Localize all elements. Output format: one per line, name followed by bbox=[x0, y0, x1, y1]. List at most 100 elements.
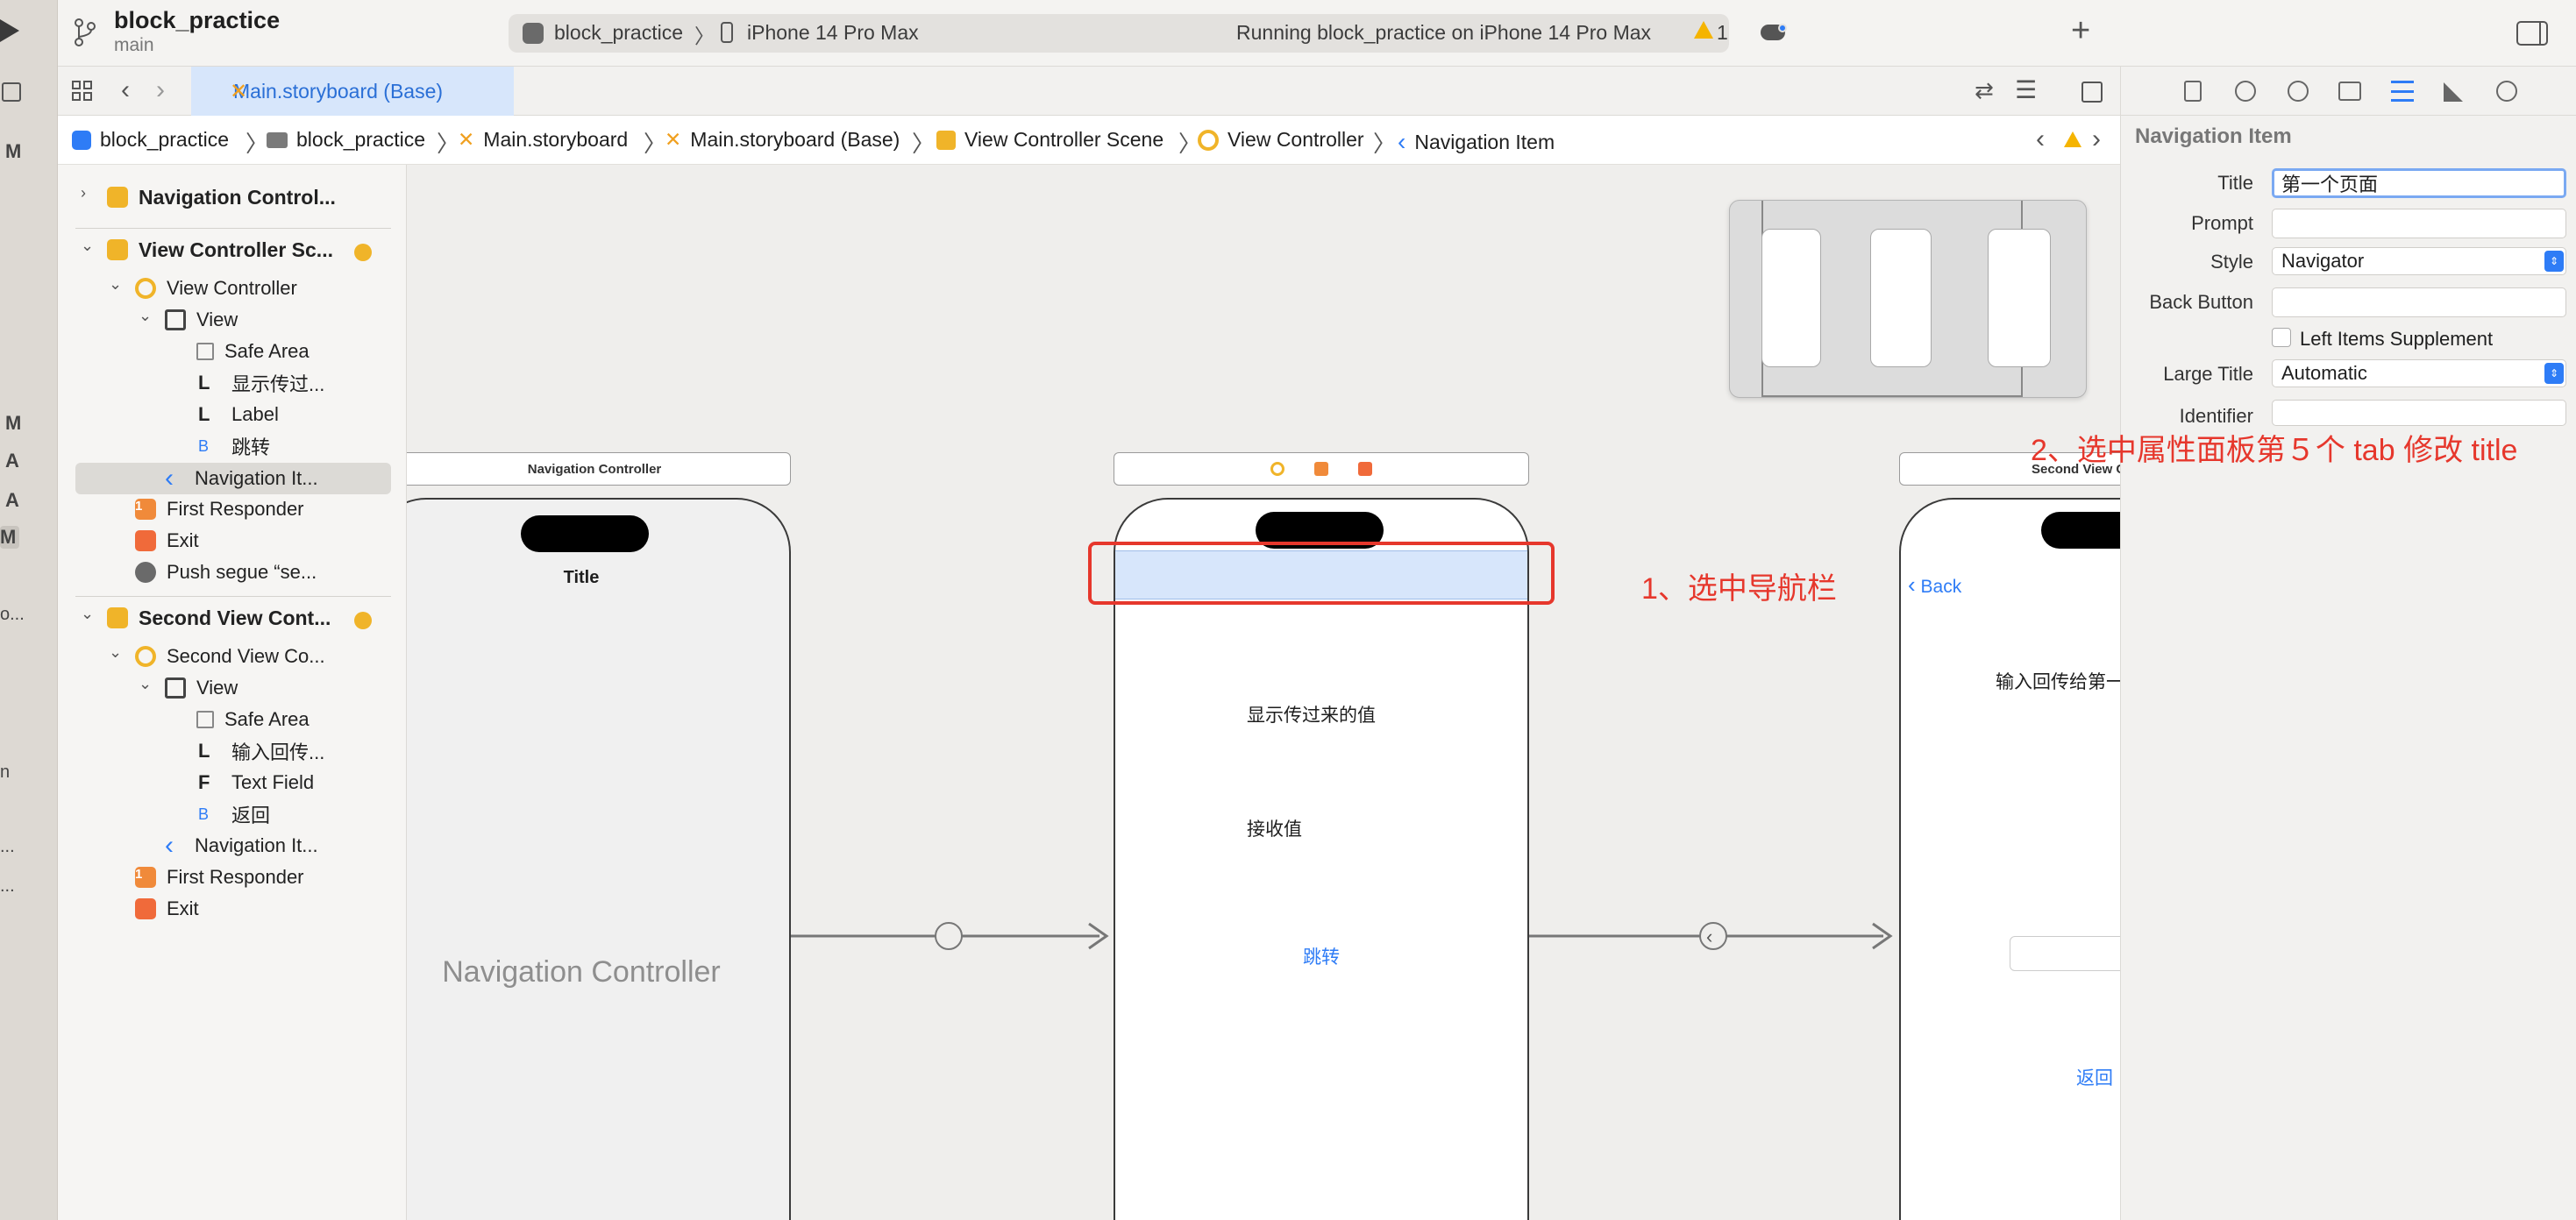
chevron-down-icon[interactable]: ⌄ bbox=[81, 605, 94, 623]
outline-exit[interactable]: Exit bbox=[135, 526, 199, 556]
attributes-icon[interactable] bbox=[2391, 81, 2414, 102]
warning-icon[interactable] bbox=[2064, 131, 2081, 147]
prompt-label: Prompt bbox=[2191, 212, 2253, 234]
left-items-checkbox[interactable] bbox=[2272, 328, 2291, 347]
minimap[interactable] bbox=[1729, 200, 2087, 398]
prompt-field[interactable] bbox=[2272, 209, 2566, 238]
outline-label-2[interactable]: L Label bbox=[198, 400, 279, 429]
prev-issue-icon[interactable]: ‹ bbox=[2036, 124, 2045, 154]
warning-count[interactable]: 1 bbox=[1717, 21, 1728, 45]
breadcrumb-item[interactable]: block_practice bbox=[72, 128, 229, 152]
scene-bar-nav[interactable]: Navigation Controller bbox=[407, 452, 791, 486]
outline-second-scene[interactable]: Second View Cont... bbox=[107, 603, 331, 633]
outline-nav-scene[interactable]: Navigation Control... bbox=[107, 182, 336, 212]
title-field[interactable]: 第一个页面 bbox=[2272, 168, 2566, 198]
scene-icon bbox=[107, 239, 128, 260]
scene-bar-vc[interactable] bbox=[1114, 452, 1529, 486]
storyboard-canvas[interactable]: Navigation Controller Title Navigation C… bbox=[407, 165, 2120, 1220]
add-editor-icon[interactable] bbox=[2081, 82, 2103, 103]
outline-navigation-item-2[interactable]: ‹ Navigation It... bbox=[165, 831, 318, 861]
branch-name[interactable]: main bbox=[114, 35, 154, 56]
history-icon[interactable] bbox=[2235, 81, 2256, 102]
chevron-down-icon[interactable]: ⌄ bbox=[81, 237, 94, 255]
outline-button[interactable]: B 跳转 bbox=[198, 431, 270, 461]
play-icon[interactable] bbox=[0, 19, 19, 42]
swap-icon[interactable]: ⇄ bbox=[1975, 77, 1994, 104]
breadcrumb-label: View Controller bbox=[1228, 128, 1364, 151]
second-back-button[interactable]: 返回 bbox=[2076, 1064, 2113, 1090]
chevron-down-icon[interactable]: ⌄ bbox=[109, 643, 122, 662]
back-button[interactable]: ‹ Back bbox=[1908, 571, 1961, 599]
chevron-right-icon[interactable]: › bbox=[81, 184, 86, 202]
help-icon[interactable] bbox=[2288, 81, 2309, 102]
vc-label-receive[interactable]: 接收值 bbox=[1247, 815, 1302, 841]
outline-vc-scene[interactable]: View Controller Sc... bbox=[107, 235, 333, 265]
outline-segue[interactable]: Push segue “se... bbox=[135, 557, 317, 587]
view-controller-icon bbox=[135, 278, 156, 299]
large-title-popup[interactable]: Automatic ⇕ bbox=[2272, 359, 2566, 387]
button-icon: B bbox=[198, 436, 210, 455]
vc-phone[interactable]: 显示传过来的值 接收值 跳转 bbox=[1114, 498, 1529, 1220]
minimap-phone bbox=[1870, 229, 1932, 367]
chevron-right-icon: 〉 bbox=[437, 131, 460, 157]
inspector-toggle-icon[interactable] bbox=[2516, 21, 2548, 46]
outline-navigation-item[interactable]: ‹ Navigation It... bbox=[165, 464, 318, 493]
outline-view-2[interactable]: View bbox=[165, 673, 238, 703]
chevron-down-icon[interactable]: ⌄ bbox=[109, 275, 122, 294]
vc-label-passed[interactable]: 显示传过来的值 bbox=[1247, 701, 1376, 727]
style-popup[interactable]: Navigator ⇕ bbox=[2272, 247, 2566, 275]
identity-icon[interactable] bbox=[2338, 82, 2361, 101]
breadcrumb-item[interactable]: ✕ Main.storyboard bbox=[458, 128, 628, 152]
device-selector[interactable]: iPhone 14 Pro Max bbox=[747, 21, 919, 45]
outline-safe-area-2[interactable]: Safe Area bbox=[196, 705, 310, 734]
breadcrumb-item[interactable]: ✕ Main.storyboard (Base) bbox=[665, 128, 900, 152]
back-nav-icon[interactable]: ‹ bbox=[121, 75, 130, 105]
next-issue-icon[interactable]: › bbox=[2092, 124, 2101, 154]
chevron-down-icon[interactable]: ⌄ bbox=[139, 307, 152, 325]
dynamic-island bbox=[521, 515, 649, 552]
lines-icon[interactable]: ☰ bbox=[2015, 75, 2037, 104]
outline-first-responder-2[interactable]: 1 First Responder bbox=[135, 862, 304, 892]
forward-nav-icon[interactable]: › bbox=[156, 75, 165, 105]
strip-letter: ... bbox=[0, 837, 15, 856]
app-icon bbox=[72, 130, 91, 150]
scheme-selector[interactable]: block_practice bbox=[554, 21, 683, 45]
connections-icon[interactable] bbox=[2496, 81, 2517, 102]
tab-main-storyboard[interactable]: ✕ Main.storyboard (Base) bbox=[191, 67, 514, 116]
vc-jump-button[interactable]: 跳转 bbox=[1115, 943, 1527, 969]
outline-second-vc[interactable]: Second View Co... bbox=[135, 642, 325, 671]
breadcrumb-item[interactable]: View Controller Scene bbox=[936, 128, 1163, 152]
breadcrumb-item[interactable]: block_practice bbox=[267, 128, 425, 152]
second-text-field[interactable] bbox=[2010, 936, 2120, 971]
breadcrumb-label: Navigation Item bbox=[1414, 130, 1555, 153]
chevron-down-icon[interactable]: ⌄ bbox=[139, 675, 152, 693]
back-button-field[interactable] bbox=[2272, 287, 2566, 317]
identifier-field[interactable] bbox=[2272, 400, 2566, 426]
warning-icon[interactable] bbox=[1694, 21, 1713, 39]
project-name[interactable]: block_practice bbox=[114, 7, 280, 34]
outline-exit-2[interactable]: Exit bbox=[135, 894, 199, 924]
add-button[interactable]: + bbox=[2071, 12, 2090, 50]
segue-arrow-1[interactable] bbox=[791, 919, 1115, 954]
second-vc-phone[interactable]: ‹ Back 输入回传给第一 返回 bbox=[1899, 498, 2120, 1220]
breadcrumb-item[interactable]: View Controller bbox=[1198, 128, 1364, 152]
second-label[interactable]: 输入回传给第一 bbox=[1996, 668, 2120, 694]
ruler-icon[interactable] bbox=[2444, 82, 2463, 102]
list-icon[interactable] bbox=[2, 82, 21, 102]
outline-first-responder[interactable]: 1 First Responder bbox=[135, 494, 304, 524]
exit-icon bbox=[135, 530, 156, 551]
outline-view-controller[interactable]: View Controller bbox=[135, 273, 297, 303]
segue-arrow-2[interactable] bbox=[1529, 919, 1899, 954]
outline-safe-area[interactable]: Safe Area bbox=[196, 337, 310, 366]
grid-icon[interactable] bbox=[72, 81, 93, 102]
file-inspector-icon[interactable] bbox=[2184, 81, 2202, 102]
back-button-label: Back Button bbox=[2149, 291, 2253, 313]
outline-back-button[interactable]: B 返回 bbox=[198, 799, 270, 829]
breadcrumb-item[interactable]: ‹ Navigation Item bbox=[1398, 128, 1555, 156]
exit-icon bbox=[135, 898, 156, 919]
outline-label-1[interactable]: L 显示传过... bbox=[198, 368, 324, 398]
outline-label-3[interactable]: L 输入回传... bbox=[198, 736, 324, 766]
outline-view[interactable]: View bbox=[165, 305, 238, 335]
nav-controller-phone[interactable]: Title Navigation Controller bbox=[407, 498, 791, 1220]
outline-text-field[interactable]: F Text Field bbox=[198, 768, 314, 798]
